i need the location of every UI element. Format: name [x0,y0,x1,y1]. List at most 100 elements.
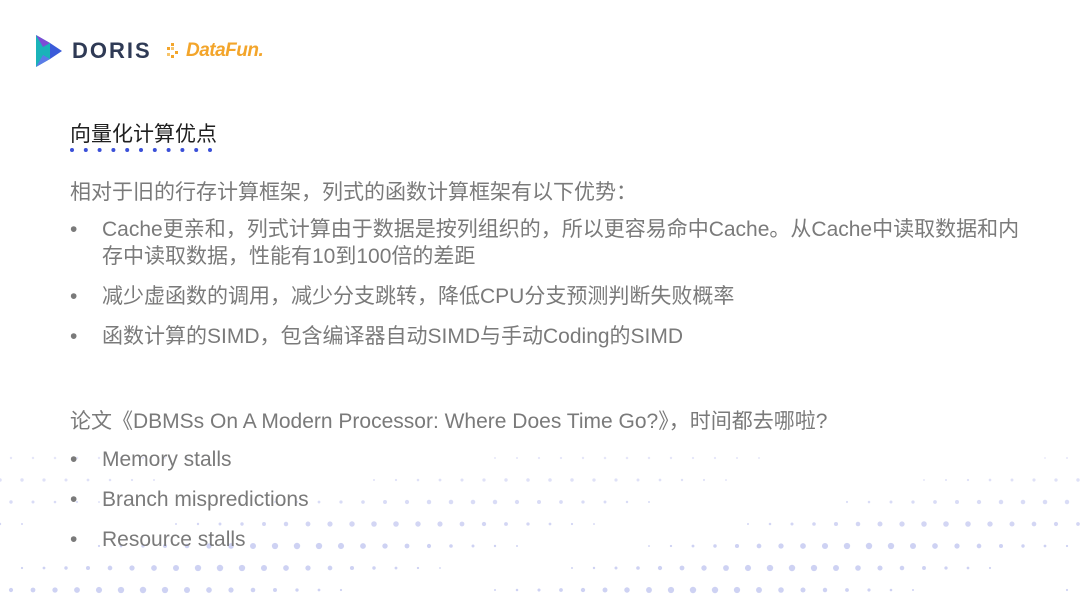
background-dot [966,566,970,570]
background-dot [426,543,432,549]
background-dot [548,522,552,526]
background-dot [1064,499,1070,505]
background-dot [744,564,752,572]
background-dot [570,522,574,526]
background-dot [439,567,441,569]
background-dot [735,456,739,460]
background-dot [394,566,398,570]
background-dot [998,543,1004,549]
background-dot [669,456,673,460]
background-dot [504,522,508,526]
paper-question: 论文《DBMSs On A Modern Processor: Where Do… [70,410,828,433]
background-dot [702,478,706,482]
background-dot [800,543,806,549]
background-dot [494,589,496,591]
background-dot [526,478,530,482]
background-dot [680,478,684,482]
list-item: • Cache更亲和，列式计算由于数据是按列组织的，所以更容易命中Cache。从C… [70,216,1020,270]
background-dot [9,500,13,504]
background-dot [899,565,905,571]
background-dot [603,456,607,460]
background-dot [383,500,387,504]
background-dot [107,565,113,571]
background-dot [766,564,774,572]
advantage-text: Cache更亲和，列式计算由于数据是按列组织的，所以更容易命中Cache。从Ca… [102,218,1020,268]
background-dot [31,500,35,504]
background-dot [658,478,662,482]
background-dot [865,542,873,550]
underline-dot [208,148,212,152]
list-item: • Resource stalls [70,526,309,553]
background-dot [966,478,970,482]
background-dot [516,545,518,547]
background-dot [911,588,915,592]
background-dot [317,500,321,504]
background-dot [723,565,729,571]
background-dot [42,478,46,482]
bullet-icon: • [70,285,78,308]
background-dot [800,587,806,593]
intro-text: 相对于旧的行存计算框架，列式的函数计算框架有以下优势： [70,181,637,204]
background-dot [580,587,586,593]
background-dot [691,544,695,548]
bullet-icon: • [70,448,78,471]
background-dot [923,479,925,481]
underline-dot [166,148,171,152]
background-dot [295,588,299,592]
datafun-wordmark: DataFun. [186,40,264,61]
background-dot [833,521,839,527]
background-dot [889,588,893,592]
background-dot [206,587,212,593]
background-dot [1009,521,1015,527]
advantages-list: • Cache更亲和，列式计算由于数据是按列组织的，所以更容易命中Cache。从C… [70,216,1020,363]
background-dot [625,456,629,460]
background-dot [559,456,563,460]
datafun-logo: DataFun. [166,40,264,62]
background-dot [515,456,519,460]
list-item: • Memory stalls [70,446,309,473]
background-dot [701,565,707,571]
background-dot [877,565,883,571]
background-dot [911,500,915,504]
background-dot [1065,544,1069,548]
background-dot [965,521,971,527]
background-dot [855,565,861,571]
background-dot [1076,478,1080,482]
background-dot [1020,499,1026,505]
background-dot [889,500,893,504]
background-dot [614,566,618,570]
background-dot [954,543,960,549]
background-dot [932,543,938,549]
background-dot [382,543,388,549]
background-dot [559,588,563,592]
background-dot [470,499,476,505]
background-dot [691,456,695,460]
background-dot [812,522,816,526]
background-dot [647,500,651,504]
background-dot [647,456,651,460]
background-dot [8,587,14,593]
background-dot [832,564,840,572]
background-dot [515,588,519,592]
background-dot [570,478,574,482]
background-dot [909,542,917,550]
background-dot [393,521,399,527]
background-dot [614,478,618,482]
background-dot [758,457,760,459]
background-dot [713,544,717,548]
background-dot [448,499,454,505]
background-dot [843,542,851,550]
background-dot [305,565,311,571]
background-dot [504,478,508,482]
background-dot [689,586,697,594]
bullet-icon: • [70,488,78,511]
background-dot [416,566,420,570]
background-dot [1032,478,1036,482]
background-dot [768,522,772,526]
background-dot [42,566,46,570]
background-dot [845,500,849,504]
background-dot [416,478,420,482]
background-dot [315,542,323,550]
background-dot [337,542,345,550]
background-dot [778,543,784,549]
